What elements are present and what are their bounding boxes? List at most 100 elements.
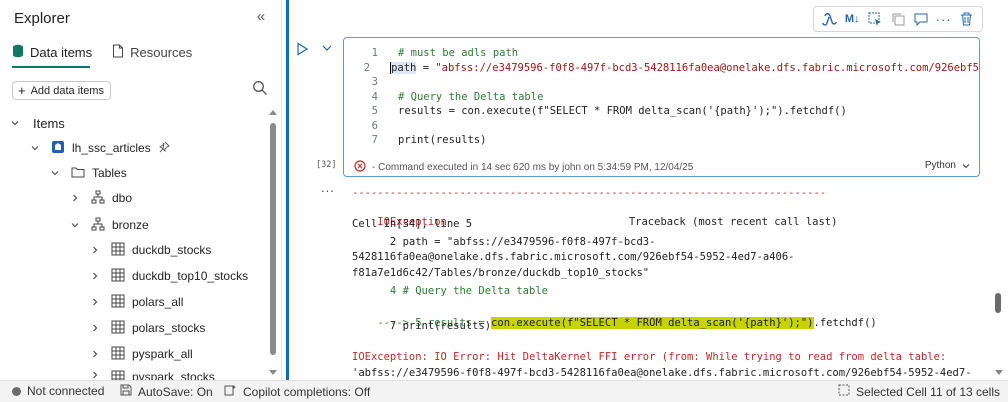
code-editor[interactable]: 1 # must be adls path 2 path = "abfss://… (344, 47, 979, 149)
markdown-icon[interactable]: M↓ (844, 11, 860, 27)
chevron-down-icon (31, 146, 39, 151)
code-text: # must be adls path (398, 47, 519, 59)
code-text: # Query the Delta table (398, 90, 544, 103)
table-label: duckdb_stocks (132, 243, 212, 257)
tree-node-schema-dbo[interactable]: dbo (70, 188, 132, 208)
tab-data-items[interactable]: Data items (12, 42, 92, 62)
lakehouse-label: lh_ssc_articles (72, 141, 151, 155)
cell-status-text: - Command executed in 14 sec 620 ms by j… (372, 162, 694, 173)
code-text: results = con.execute(f"SELECT * FROM de… (398, 105, 847, 117)
tree-node-schema-bronze[interactable]: bronze (70, 215, 149, 235)
tree-node-table[interactable]: duckdb_stocks (90, 240, 211, 260)
lakehouse-icon (51, 140, 65, 157)
autosave-label: AutoSave: On (138, 384, 213, 399)
more-icon[interactable]: ··· (936, 11, 952, 27)
selection-icon (838, 384, 850, 399)
trace-line: 5428116fa0ea@onelake.dfs.fabric.microsof… (352, 251, 795, 263)
path-string: "abfss://e3479596-f0f8-497f-bcd3-5428116… (435, 61, 979, 74)
notebook-scrollbar-thumb[interactable] (995, 293, 1001, 313)
chevron-right-icon (93, 324, 98, 332)
search-icon[interactable] (252, 80, 270, 98)
pin-icon[interactable] (158, 141, 170, 156)
tab-resources[interactable]: Resources (112, 42, 192, 62)
output-separator: ----------------------------------------… (352, 187, 827, 199)
cell-status: - Command executed in 14 sec 620 ms by j… (354, 160, 693, 175)
database-icon (12, 44, 24, 61)
chevron-down-icon (11, 121, 19, 126)
trace-line: 2 path = "abfss://e3479596-f0f8-497f-bcd… (352, 236, 656, 248)
connection-label: Not connected (27, 384, 105, 398)
status-bar: Not connected AutoSave: On Copilot compl… (0, 380, 1008, 402)
table-icon (111, 346, 125, 363)
code-line: 2 path = "abfss://e3479596-f0f8-497f-bcd… (344, 61, 979, 77)
tab-data-items-label: Data items (30, 44, 93, 60)
code-line: 7 print(results) (344, 134, 979, 149)
table-label: duckdb_top10_stocks (132, 269, 249, 283)
code-text: print(results) (398, 134, 487, 146)
copy-icon[interactable] (890, 11, 906, 27)
tree-node-table[interactable]: duckdb_top10_stocks (90, 266, 248, 286)
output-header: IOException Traceback (most recent call l… (352, 201, 837, 228)
active-tab-indicator (12, 66, 90, 68)
scroll-down-arrow[interactable] (995, 370, 1003, 375)
autosave-status[interactable]: AutoSave: On (120, 384, 213, 399)
chevron-right-icon (93, 298, 98, 306)
tree-items-label: Items (33, 115, 65, 131)
table-label: pyspark_stocks (132, 370, 215, 380)
language-label: Python (924, 160, 956, 171)
table-label: pyspark_all (132, 347, 193, 361)
tree-node-tables[interactable]: Tables (50, 163, 127, 183)
line-number: 7 (371, 134, 378, 146)
language-selector[interactable]: Python (925, 160, 971, 171)
cell-ref: Cell In[34], line 5 (352, 218, 473, 230)
table-icon (111, 320, 125, 337)
explorer-scrollbar-thumb[interactable] (270, 123, 276, 355)
code-text: path = "abfss://e3479596-f0f8-497f-bcd3-… (390, 61, 979, 74)
copilot-status[interactable]: Copilot completions: Off (224, 384, 370, 399)
code-line: 1 # must be adls path (344, 47, 979, 62)
code-cell[interactable]: 1 # must be adls path 2 path = "abfss://… (343, 37, 980, 177)
trace-line-error: ----> 5 results = con.execute(f"SELECT *… (352, 302, 877, 329)
explorer-panel: Explorer « Data items Resources + Add da… (0, 0, 282, 380)
line-number: 4 (371, 90, 378, 103)
comment-icon[interactable] (913, 11, 929, 27)
connection-status[interactable]: Not connected (12, 384, 104, 398)
tree-node-table[interactable]: polars_stocks (90, 318, 205, 338)
tree-node-table[interactable]: pyspark_stocks (90, 370, 215, 380)
selection-label: Selected Cell 11 of 13 cells (856, 384, 1000, 399)
schema-icon (91, 190, 105, 207)
scroll-up-arrow[interactable] (269, 110, 277, 115)
code-line: 6 (344, 120, 979, 135)
tab-resources-label: Resources (130, 44, 193, 60)
line-number: 3 (371, 76, 378, 88)
output-more-icon[interactable]: ... (321, 180, 335, 195)
schema-dbo-label: dbo (112, 191, 133, 205)
active-cell-indicator (286, 0, 289, 380)
delete-icon[interactable] (958, 11, 974, 27)
explorer-title: Explorer (14, 10, 70, 27)
scroll-down-arrow[interactable] (269, 370, 277, 375)
chevron-down-icon (962, 163, 970, 168)
tree-node-table[interactable]: pyspark_all (90, 344, 193, 364)
double-chevron-left-icon[interactable]: « (252, 8, 270, 26)
tree-node-items[interactable]: Items (10, 113, 65, 133)
table-label: polars_all (132, 295, 184, 309)
run-cell-icon[interactable] (296, 42, 310, 56)
tree-node-lakehouse[interactable]: lh_ssc_articles (30, 138, 170, 158)
chevron-down-icon[interactable] (321, 42, 335, 56)
copilot-icon[interactable] (821, 11, 837, 27)
select-icon[interactable] (867, 11, 883, 27)
schema-bronze-label: bronze (112, 218, 149, 232)
trace-suffix: .fetchdf() (813, 317, 877, 329)
selection-status: Selected Cell 11 of 13 cells (838, 384, 1000, 399)
error-highlight: con.execute(f"SELECT * FROM delta_scan('… (491, 317, 814, 329)
tree-node-table[interactable]: polars_all (90, 292, 183, 312)
error-icon (354, 160, 366, 175)
copilot-completions-icon (224, 384, 237, 399)
add-data-items-label: Add data items (30, 84, 104, 97)
add-data-items-button[interactable]: + Add data items (12, 81, 111, 100)
copilot-label: Copilot completions: Off (243, 384, 371, 399)
error-message: 'abfss://e3479596-f0f8-497f-bcd3-5428116… (352, 367, 972, 379)
traceback-label: Traceback (most recent call last) (628, 216, 838, 228)
table-icon (111, 370, 125, 380)
